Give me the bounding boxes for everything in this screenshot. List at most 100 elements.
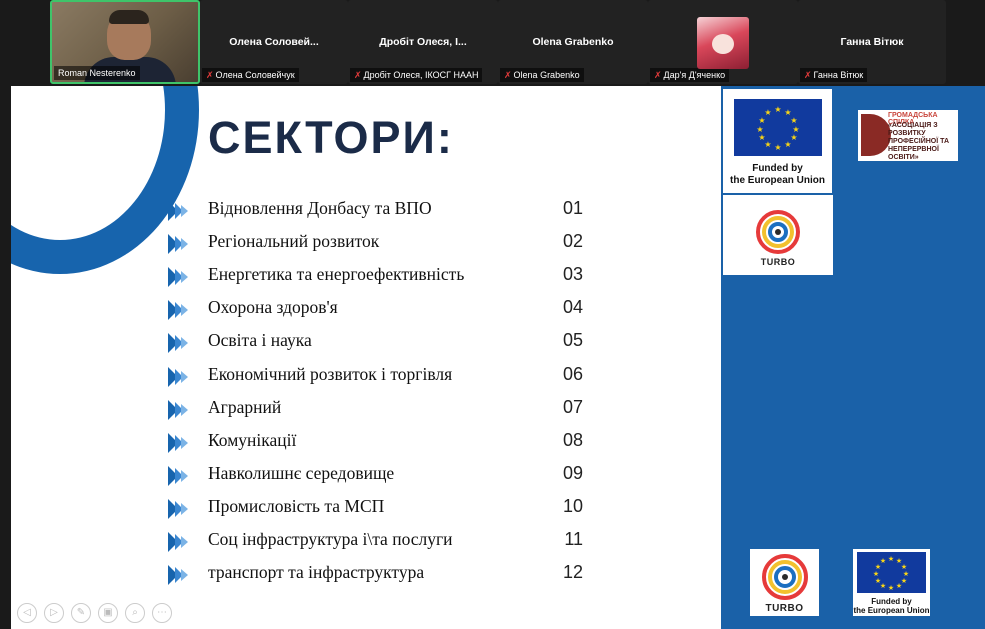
svg-text:★: ★: [903, 570, 909, 578]
play-arrows-icon: [168, 565, 188, 586]
zoom-icon[interactable]: ⌕: [125, 603, 145, 623]
mic-muted-icon: ✗: [654, 70, 662, 80]
sector-number: 04: [562, 297, 583, 318]
participant-name-tag: Roman Nesterenko: [54, 66, 140, 80]
eu-logo-top: ★ ★ ★ ★ ★ ★ ★ ★ ★ ★ ★ ★ Funded by the European U…: [723, 89, 832, 193]
svg-text:★: ★: [774, 105, 781, 114]
sector-label: Енергетика та енергоефективність: [208, 264, 465, 285]
svg-text:★: ★: [888, 584, 894, 592]
participant-name-tag: ✗ Olena Grabenko: [500, 68, 584, 82]
svg-text:★: ★: [875, 577, 881, 585]
play-arrows-icon: [168, 333, 188, 354]
svg-text:★: ★: [880, 557, 886, 565]
sector-number: 03: [562, 264, 583, 285]
sector-row: Відновлення Донбасу та ВПО 01: [168, 198, 583, 222]
association-logo: ГРОМАДСЬКА СПІЛКА «АСОЦІАЦІЯ З РОЗВИТКУ …: [858, 110, 958, 161]
sector-number: 08: [562, 429, 583, 450]
slide-title: СЕКТОРИ:: [208, 112, 454, 163]
eu-logo-bottom: ★ ★ ★ ★ ★ ★ ★ ★ ★ ★ ★ ★ Funded by the European U…: [853, 549, 930, 616]
participant-name-tag: ✗ Дробіт Олеся, ІКОСГ НААН: [350, 68, 483, 82]
participant-big-name: Ганна Вітюк: [840, 36, 904, 48]
play-arrows-icon: [168, 267, 188, 288]
play-arrows-icon: [168, 465, 188, 486]
sector-number: 06: [562, 363, 583, 384]
play-arrows-icon: [168, 300, 188, 321]
sector-row: Навколишнє середовище 09: [168, 463, 583, 487]
prev-slide-icon[interactable]: ◁: [17, 603, 37, 623]
svg-text:★: ★: [873, 570, 879, 578]
sector-row: Економічний розвиток і торгівля 06: [168, 364, 583, 388]
sector-row: Регіональний розвиток 02: [168, 231, 583, 255]
svg-text:★: ★: [784, 140, 791, 149]
svg-text:★: ★: [901, 563, 907, 571]
svg-text:★: ★: [756, 125, 763, 134]
participant-tile[interactable]: Дробіт Олеся, І... ✗ Дробіт Олеся, ІКОСГ…: [348, 0, 498, 84]
presentation-slide: СЕКТОРИ: Відновлення Донбасу та ВПО 01 Рег…: [11, 86, 721, 629]
eu-caption: Funded by the European Union: [853, 597, 930, 615]
svg-text:★: ★: [764, 108, 771, 117]
svg-text:★: ★: [888, 555, 894, 563]
mic-muted-icon: ✗: [206, 70, 214, 80]
sector-number: 12: [562, 562, 583, 583]
play-arrows-icon: [168, 366, 188, 387]
mic-muted-icon: ✗: [804, 70, 812, 80]
pen-icon[interactable]: ✎: [71, 603, 91, 623]
participant-big-name: Олена Соловей...: [229, 36, 319, 48]
participant-tile-active[interactable]: Roman Nesterenko: [50, 0, 200, 84]
play-arrows-icon: [168, 432, 188, 453]
participant-name-tag: ✗ Дар'я Д'яченко: [650, 68, 730, 82]
participant-big-name: Дробіт Олеся, І...: [379, 36, 467, 48]
participants-strip: Roman Nesterenko Олена Соловей... ✗ Олен…: [0, 0, 985, 86]
svg-text:★: ★: [896, 582, 902, 590]
play-arrows-icon: [168, 532, 188, 552]
participant-tile[interactable]: Ганна Вітюк ✗ Ганна Вітюк: [798, 0, 946, 84]
svg-text:★: ★: [790, 116, 797, 125]
sector-row: Охорона здоров'я 04: [168, 297, 583, 321]
sector-row: Освіта і наука 05: [168, 330, 583, 354]
turbo-logo-top: TURBO: [723, 195, 833, 275]
sector-number: 05: [562, 330, 583, 351]
sector-label: Охорона здоров'я: [208, 297, 338, 318]
sector-number: 10: [562, 495, 583, 516]
sector-label: Промисловість та МСП: [208, 495, 385, 516]
participant-tile[interactable]: Olena Grabenko ✗ Olena Grabenko: [498, 0, 648, 84]
sector-row: Промисловість та МСП 10: [168, 496, 583, 520]
svg-text:★: ★: [758, 116, 765, 125]
participant-name-tag: ✗ Ганна Вітюк: [800, 68, 868, 82]
sector-row: Комунікації 08: [168, 430, 583, 454]
sector-row: Соц інфраструктура і\та послуги 11: [168, 529, 583, 553]
sector-label: Освіта і наука: [208, 330, 312, 351]
sector-label: Комунікації: [208, 429, 297, 450]
sector-number: 02: [562, 231, 583, 252]
sector-number: 09: [562, 462, 583, 483]
sector-number: 01: [562, 198, 583, 218]
eu-stars-icon: ★ ★ ★ ★ ★ ★ ★ ★ ★ ★ ★ ★: [734, 99, 822, 156]
sector-row: транспорт та інфраструктура 12: [168, 562, 583, 586]
svg-text:★: ★: [758, 133, 765, 142]
sector-label: транспорт та інфраструктура: [208, 562, 425, 583]
sector-number: 07: [562, 396, 583, 417]
participant-name-tag: ✗ Олена Соловейчук: [202, 68, 299, 82]
sector-row: Енергетика та енергоефективність 03: [168, 264, 583, 288]
sector-label: Соц інфраструктура і\та послуги: [208, 529, 453, 549]
sector-label: Регіональний розвиток: [208, 231, 380, 252]
play-arrows-icon: [168, 399, 188, 420]
sector-label: Відновлення Донбасу та ВПО: [208, 198, 432, 218]
eu-caption: Funded by the European Union: [730, 163, 825, 186]
turbo-logo-bottom: TURBO: [750, 549, 819, 616]
participant-tile[interactable]: Олена Соловей... ✗ Олена Соловейчук: [200, 0, 348, 84]
svg-text:★: ★: [774, 143, 781, 152]
turbo-spiral-icon: [762, 554, 808, 600]
sector-row: Аграрний 07: [168, 397, 583, 421]
play-arrows-icon: [168, 234, 188, 255]
slides-icon[interactable]: ▣: [98, 603, 118, 623]
more-icon[interactable]: ⋯: [152, 603, 172, 623]
next-slide-icon[interactable]: ▷: [44, 603, 64, 623]
sector-label: Навколишнє середовище: [208, 462, 395, 483]
sector-label: Аграрний: [208, 396, 282, 417]
mic-muted-icon: ✗: [354, 70, 362, 80]
participant-big-name: Olena Grabenko: [532, 36, 614, 48]
eu-stars-icon: ★ ★ ★ ★ ★ ★ ★ ★ ★ ★ ★ ★: [857, 552, 926, 593]
play-arrows-icon: [168, 201, 188, 221]
mic-muted-icon: ✗: [504, 70, 512, 80]
